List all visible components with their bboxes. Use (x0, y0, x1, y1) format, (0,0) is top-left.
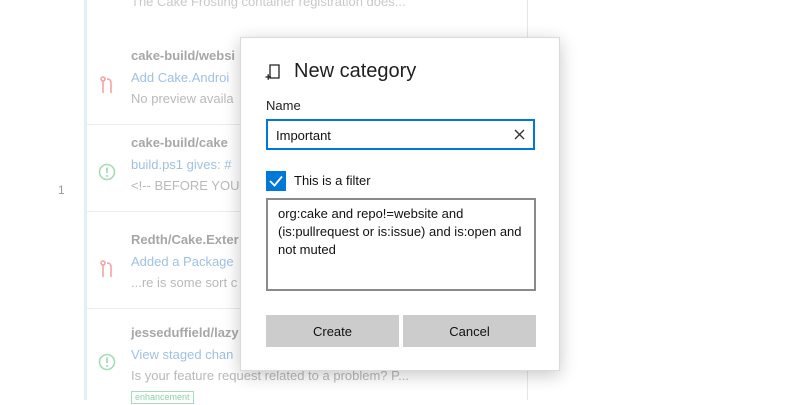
create-button[interactable]: Create (266, 315, 399, 347)
list-item-preview: The Cake Frosting container registration… (131, 0, 406, 9)
issue-icon (98, 163, 116, 181)
cancel-button[interactable]: Cancel (403, 315, 536, 347)
close-icon[interactable] (513, 128, 526, 141)
name-input[interactable] (276, 125, 496, 145)
filter-query-textarea[interactable]: org:cake and repo!=website and (is:pullr… (266, 198, 536, 291)
name-label: Name (266, 98, 301, 113)
list-item-repo: Redth/Cake.Exter (131, 232, 239, 247)
list-item-body: No preview availa (131, 91, 234, 106)
label-badge: enhancement (131, 391, 194, 404)
list-item-body: ...re is some sort c (131, 275, 238, 290)
new-category-dialog: New category Name This is a filter org:c… (240, 37, 560, 371)
list-item-body: <!-- BEFORE YOU (131, 178, 240, 193)
line-number: 1 (58, 183, 65, 197)
list-item-title[interactable]: Add Cake.Androi (131, 70, 229, 85)
list-item-repo: cake-build/cake (131, 135, 228, 150)
new-category-icon (265, 64, 280, 80)
list-item-repo: jesseduffield/lazy (131, 325, 239, 340)
list-item-title[interactable]: Added a Package (131, 254, 234, 269)
name-field[interactable] (266, 119, 535, 150)
pull-request-icon (100, 260, 112, 277)
filter-checkbox[interactable] (266, 171, 286, 191)
filter-checkbox-label: This is a filter (294, 173, 371, 188)
list-item-title[interactable]: View staged chan (131, 347, 233, 362)
dialog-title: New category (294, 60, 417, 82)
checkmark-icon (269, 175, 283, 187)
pull-request-icon (100, 76, 112, 93)
list-item-repo: cake-build/websi (131, 48, 236, 63)
list-item-title[interactable]: build.ps1 gives: # (131, 157, 231, 172)
issue-icon (98, 353, 116, 371)
